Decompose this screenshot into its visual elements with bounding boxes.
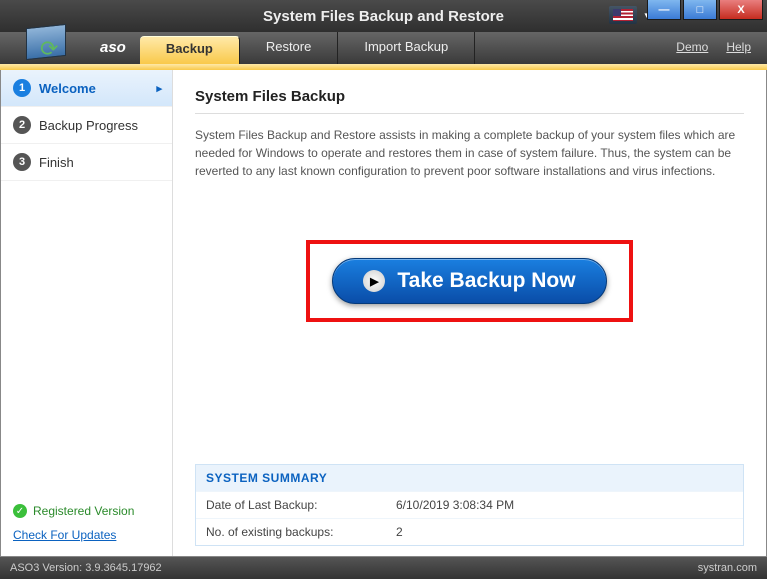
maximize-button[interactable]: □ xyxy=(683,0,717,20)
divider xyxy=(195,113,744,114)
take-backup-now-button[interactable]: ▶ Take Backup Now xyxy=(332,258,606,304)
registered-version: ✓ Registered Version xyxy=(13,504,160,518)
summary-key: Date of Last Backup: xyxy=(206,498,396,512)
system-summary: SYSTEM SUMMARY Date of Last Backup: 6/10… xyxy=(195,464,744,546)
cta-highlight-frame: ▶ Take Backup Now xyxy=(306,240,632,322)
window-controls: — □ X xyxy=(647,0,763,20)
statusbar: ASO3 Version: 3.9.3645.17962 systran.com xyxy=(0,557,767,579)
main-panel: System Files Backup System Files Backup … xyxy=(173,70,766,556)
language-selector[interactable] xyxy=(609,6,637,24)
step-number: 3 xyxy=(13,153,31,171)
step-welcome[interactable]: 1 Welcome xyxy=(1,70,172,107)
summary-value: 2 xyxy=(396,525,403,539)
body: 1 Welcome 2 Backup Progress 3 Finish ✓ R… xyxy=(0,70,767,557)
sidebar: 1 Welcome 2 Backup Progress 3 Finish ✓ R… xyxy=(1,70,173,556)
cta-area: ▶ Take Backup Now xyxy=(195,240,744,322)
summary-value: 6/10/2019 3:08:34 PM xyxy=(396,498,514,512)
step-number: 1 xyxy=(13,79,31,97)
brandmark-text: systran.com xyxy=(698,562,757,574)
app-logo: ⟳ xyxy=(0,32,100,64)
tab-backup[interactable]: Backup xyxy=(140,36,240,64)
backup-box-icon: ⟳ xyxy=(20,16,80,66)
close-button[interactable]: X xyxy=(719,0,763,20)
step-label: Welcome xyxy=(39,81,96,96)
summary-key: No. of existing backups: xyxy=(206,525,396,539)
flag-us-icon xyxy=(613,9,633,21)
tab-import-backup[interactable]: Import Backup xyxy=(338,32,475,64)
step-number: 2 xyxy=(13,116,31,134)
summary-row: No. of existing backups: 2 xyxy=(196,518,743,545)
registered-label: Registered Version xyxy=(33,504,134,518)
page-heading: System Files Backup xyxy=(195,88,744,105)
summary-row: Date of Last Backup: 6/10/2019 3:08:34 P… xyxy=(196,491,743,518)
step-finish[interactable]: 3 Finish xyxy=(1,144,172,181)
cta-label: Take Backup Now xyxy=(397,269,575,293)
summary-heading: SYSTEM SUMMARY xyxy=(196,465,743,491)
version-text: ASO3 Version: 3.9.3645.17962 xyxy=(10,562,162,574)
step-label: Finish xyxy=(39,155,74,170)
menu-help[interactable]: Help xyxy=(726,40,751,64)
menubar: ⟳ aso Backup Restore Import Backup Demo … xyxy=(0,32,767,64)
titlebar: System Files Backup and Restore — □ X xyxy=(0,0,767,32)
sidebar-footer: ✓ Registered Version Check For Updates xyxy=(1,494,172,556)
description-text: System Files Backup and Restore assists … xyxy=(195,126,744,180)
check-updates-link[interactable]: Check For Updates xyxy=(13,528,160,542)
play-icon: ▶ xyxy=(363,270,385,292)
tab-restore[interactable]: Restore xyxy=(240,32,339,64)
check-circle-icon: ✓ xyxy=(13,504,27,518)
window-title: System Files Backup and Restore xyxy=(263,8,504,25)
step-label: Backup Progress xyxy=(39,118,138,133)
menu-demo[interactable]: Demo xyxy=(676,40,708,64)
minimize-button[interactable]: — xyxy=(647,0,681,20)
brand-text: aso xyxy=(100,32,140,64)
menu-right: Demo Help xyxy=(676,32,767,64)
step-backup-progress[interactable]: 2 Backup Progress xyxy=(1,107,172,144)
